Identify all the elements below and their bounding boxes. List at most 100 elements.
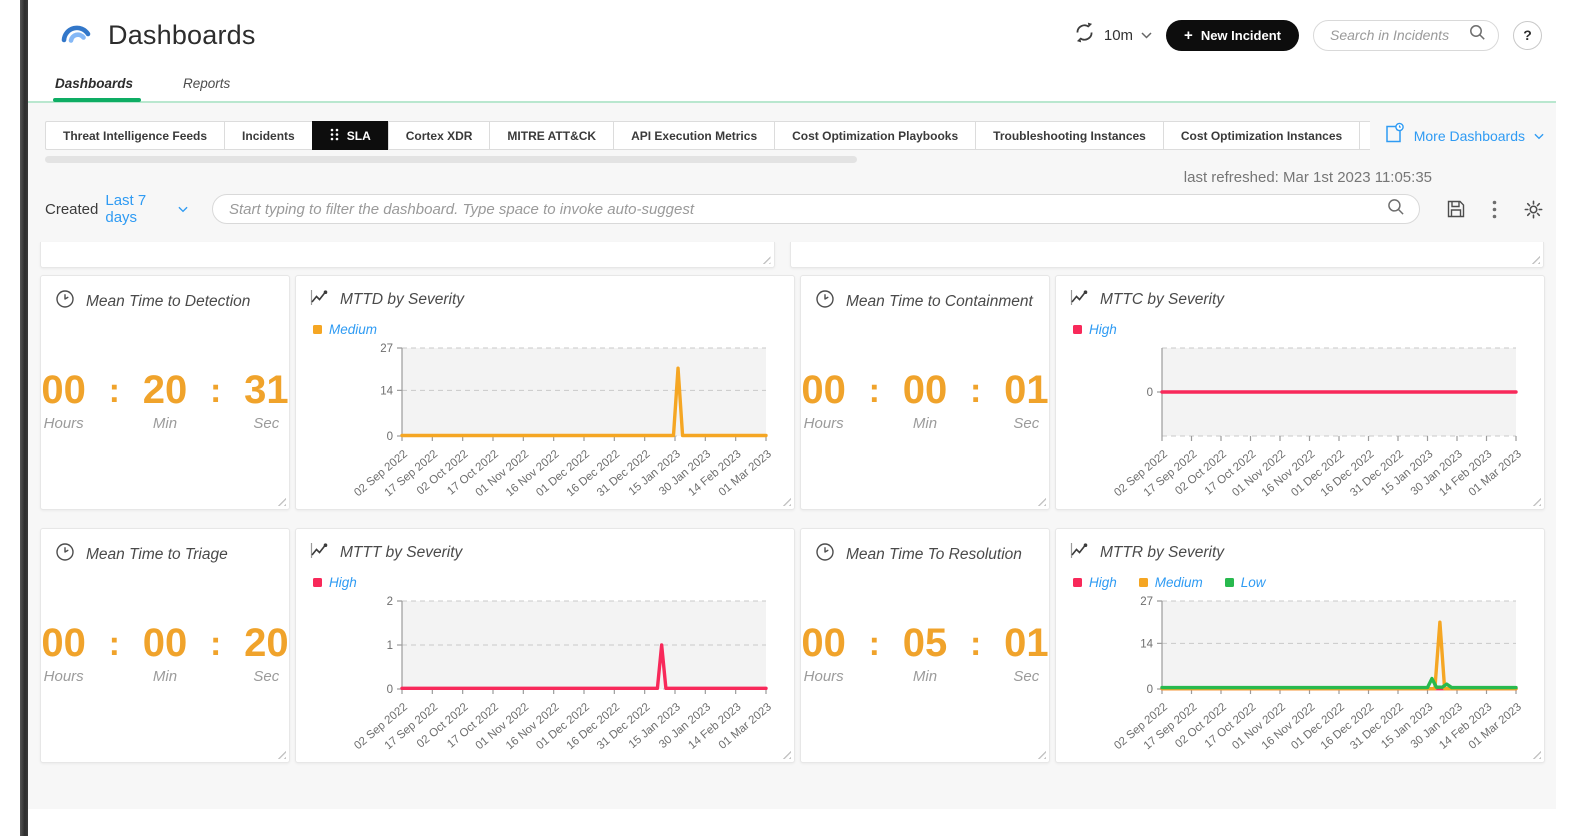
more-dashboards-control[interactable]: More Dashboards [1384,122,1544,149]
plus-icon: + [1184,27,1193,44]
legend-label: Medium [329,322,377,337]
header-actions: 10m + New Incident ? [1073,20,1542,51]
widget-title: Mean Time To Resolution [846,546,1022,564]
resize-handle[interactable] [1531,749,1541,759]
more-dashboards-label: More Dashboards [1414,128,1525,144]
dashboard-filter-input[interactable] [229,201,1387,218]
tab-label: API Execution Metrics [631,129,757,143]
page-tabs: Dashboards Reports [28,70,1556,103]
minutes-value: 00 [903,368,948,412]
widget-grid: Mean Time to Detection 00Hours : 20Min :… [40,275,1544,763]
minutes-value: 00 [143,621,188,665]
incident-search-input[interactable] [1330,27,1469,43]
tabs-scrollbar-thumb[interactable] [45,156,857,163]
mttd-chart-plot: 0142702 Sep 202217 Sep 202202 Oct 202217… [310,340,780,510]
seconds-label: Sec [253,668,279,685]
mttd-timer: 00Hours : 20Min : 31Sec [55,368,275,432]
new-incident-button[interactable]: + New Incident [1166,20,1299,51]
collapsed-sidebar-rail [20,0,28,836]
dashboard-tab-troubleshooting-playbooks[interactable]: Troubleshooting Playbo [1359,121,1370,150]
colon-separator: : [970,621,981,685]
legend-item[interactable]: High [1073,575,1117,590]
settings-gear-button[interactable] [1523,199,1544,220]
mttc-by-severity-card: MTTC by Severity High 002 Sep 202217 Sep… [1055,275,1545,510]
filter-toolbar: Created Last 7 days [40,192,1544,226]
mttt-by-severity-card: MTTT by Severity High 01202 Sep 202217 S… [295,528,795,763]
partial-widget-card [40,242,775,268]
incident-search [1313,20,1499,51]
colon-separator: : [970,368,981,432]
kebab-menu-button[interactable] [1492,200,1497,219]
line-chart-icon [1070,542,1089,564]
seconds-label: Sec [1013,668,1039,685]
legend-item[interactable]: Medium [313,322,377,337]
hours-label: Hours [44,415,84,432]
svg-text:14: 14 [380,385,393,397]
created-label: Created [45,201,98,218]
save-dashboard-button[interactable] [1446,199,1466,219]
help-label: ? [1523,27,1532,43]
widget-title: Mean Time to Detection [86,293,250,311]
legend-item[interactable]: Medium [1139,575,1203,590]
tab-label: Troubleshooting Instances [993,129,1146,143]
dashboard-tab-incidents[interactable]: Incidents [224,121,313,150]
chart-canvas: 0142702 Sep 202217 Sep 202202 Oct 202217… [1070,593,1532,759]
auto-refresh-control[interactable]: 10m [1073,21,1152,49]
line-chart-icon [310,289,329,311]
chart-legend: High [1073,320,1530,338]
dashboard-tab-row: Threat Intelligence Feeds Incidents SLA … [45,121,1544,150]
widget-title: MTTT by Severity [340,544,462,562]
dashboard-tab-sla[interactable]: SLA [312,121,389,150]
legend-swatch [1139,578,1148,587]
widget-title: MTTD by Severity [340,291,464,309]
svg-text:14: 14 [1140,638,1153,650]
legend-label: Low [1241,575,1266,590]
hours-label: Hours [804,415,844,432]
new-incident-label: New Incident [1201,28,1281,43]
dashboard-tab-mitre-attack[interactable]: MITRE ATT&CK [489,121,614,150]
dashboard-tab-cost-optimization-playbooks[interactable]: Cost Optimization Playbooks [774,121,976,150]
line-chart-icon [1070,289,1089,311]
partial-widgets-row [40,242,1544,268]
colon-separator: : [109,368,120,432]
chevron-down-icon [1141,26,1152,44]
legend-item[interactable]: High [1073,322,1117,337]
dashboard-tab-api-execution-metrics[interactable]: API Execution Metrics [613,121,775,150]
chart-legend: High [313,573,780,591]
mean-time-to-resolution-card: Mean Time To Resolution 00Hours : 05Min … [800,528,1050,763]
dashboard-tab-troubleshooting-instances[interactable]: Troubleshooting Instances [975,121,1164,150]
help-button[interactable]: ? [1513,21,1542,50]
dashboard-tab-cortex-xdr[interactable]: Cortex XDR [388,121,491,150]
resize-handle[interactable] [1036,749,1046,759]
resize-handle[interactable] [1531,496,1541,506]
colon-separator: : [210,621,221,685]
minutes-label: Min [913,668,937,685]
resize-handle[interactable] [276,749,286,759]
resize-handle[interactable] [781,496,791,506]
mttt-chart-plot: 01202 Sep 202217 Sep 202202 Oct 202217 O… [310,593,780,763]
dashboard-tab-cost-optimization-instances[interactable]: Cost Optimization Instances [1163,121,1360,150]
tab-dashboards[interactable]: Dashboards [55,76,133,91]
hours-label: Hours [44,668,84,685]
colon-separator: : [869,368,880,432]
resize-handle[interactable] [1036,496,1046,506]
widget-title: Mean Time to Containment [846,293,1033,311]
legend-item[interactable]: High [313,575,357,590]
minutes-label: Min [153,415,177,432]
mttr-by-severity-card: MTTR by Severity HighMediumLow 0142702 S… [1055,528,1545,763]
tab-reports[interactable]: Reports [183,76,230,91]
resize-handle[interactable] [276,496,286,506]
dashboard-tab-threat-intelligence-feeds[interactable]: Threat Intelligence Feeds [45,121,225,150]
resize-handle[interactable] [1530,254,1540,264]
seconds-label: Sec [253,415,279,432]
legend-label: High [1089,322,1117,337]
seconds-value: 20 [244,621,289,665]
resize-handle[interactable] [781,749,791,759]
minutes-value: 05 [903,621,948,665]
legend-item[interactable]: Low [1225,575,1266,590]
resize-handle[interactable] [761,254,771,264]
svg-text:1: 1 [387,640,393,652]
created-filter[interactable]: Created Last 7 days [45,192,188,226]
legend-label: High [1089,575,1117,590]
mean-time-to-containment-card: Mean Time to Containment 00Hours : 00Min… [800,275,1050,510]
